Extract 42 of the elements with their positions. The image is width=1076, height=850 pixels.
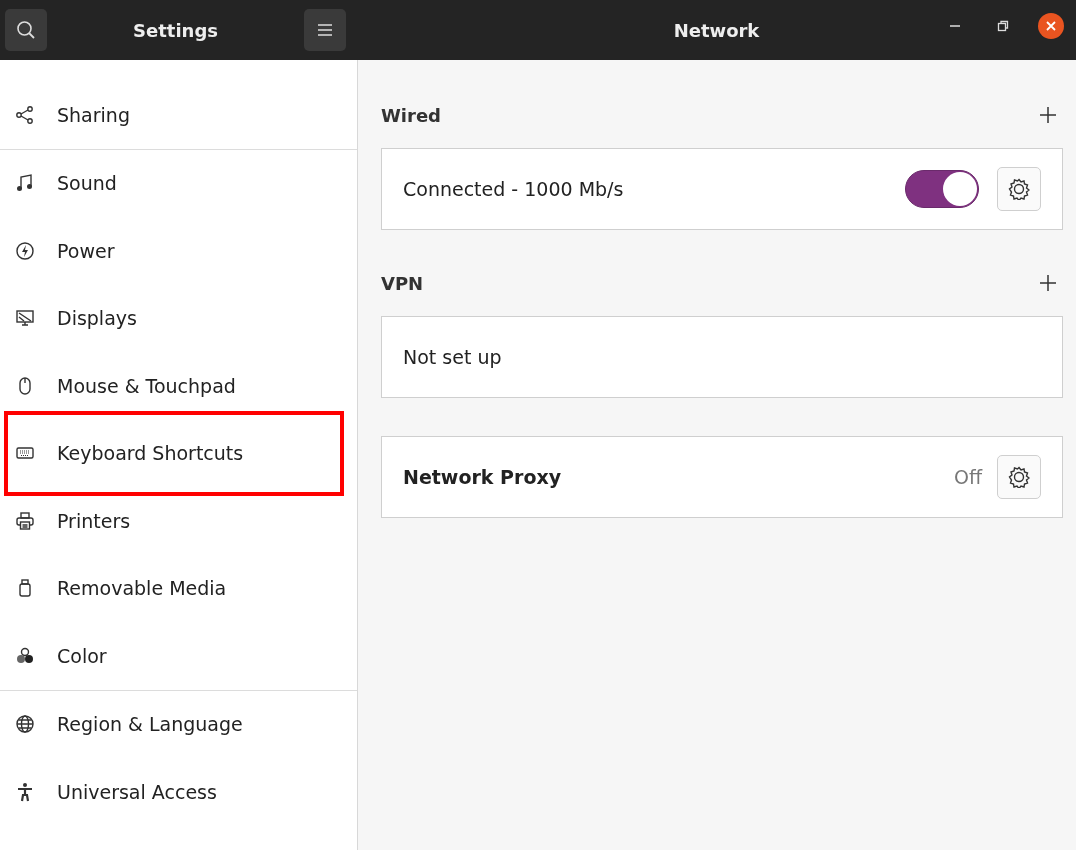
sidebar-item[interactable]: Printers [0,487,357,555]
display-icon [15,308,35,329]
gear-icon [1008,466,1030,488]
sidebar-item[interactable]: Universal Access [0,758,357,826]
row-label: Connected - 1000 Mb/s [403,178,624,200]
row-label: Not set up [403,346,502,368]
plus-icon [1039,274,1057,292]
sidebar-item[interactable]: Displays [0,284,357,352]
row-label: Network Proxy [403,466,562,488]
power-icon [15,240,35,261]
close-icon [1045,20,1057,32]
search-icon [16,20,36,40]
minimize-icon [949,25,961,27]
sidebar-item[interactable]: Removable Media [0,554,357,622]
section-heading: VPN [381,272,424,294]
sidebar-item[interactable]: Region & Language [0,690,357,758]
settings-button[interactable] [997,167,1041,211]
color-circles-icon [15,645,35,666]
search-button[interactable] [5,9,47,51]
printer-icon [15,510,35,531]
status-text: Off [953,466,982,488]
sidebar-item[interactable]: Power [0,217,357,285]
close-button[interactable] [1038,13,1064,39]
sidebar-item[interactable]: Keyboard Shortcuts [0,419,357,487]
sidebar-item[interactable]: Mouse & Touchpad [0,352,357,420]
plus-icon [1039,106,1057,124]
sidebar-item[interactable]: Sound [0,149,357,217]
window-title: Network [673,19,760,41]
section-heading: Wired [381,104,441,126]
gear-icon [1008,178,1030,200]
restore-icon [997,20,1009,32]
settings-button[interactable] [997,455,1041,499]
toggle-switch[interactable] [905,170,979,208]
sidebar-item[interactable]: Sharing [0,81,357,149]
music-note-icon [15,173,35,194]
sidebar-title: Settings [133,19,218,41]
person-icon [15,781,35,802]
share-icon [15,104,35,125]
menu-icon [317,23,333,37]
globe-icon [15,714,35,735]
sidebar-item[interactable]: Color [0,622,357,690]
menu-button[interactable] [304,9,346,51]
